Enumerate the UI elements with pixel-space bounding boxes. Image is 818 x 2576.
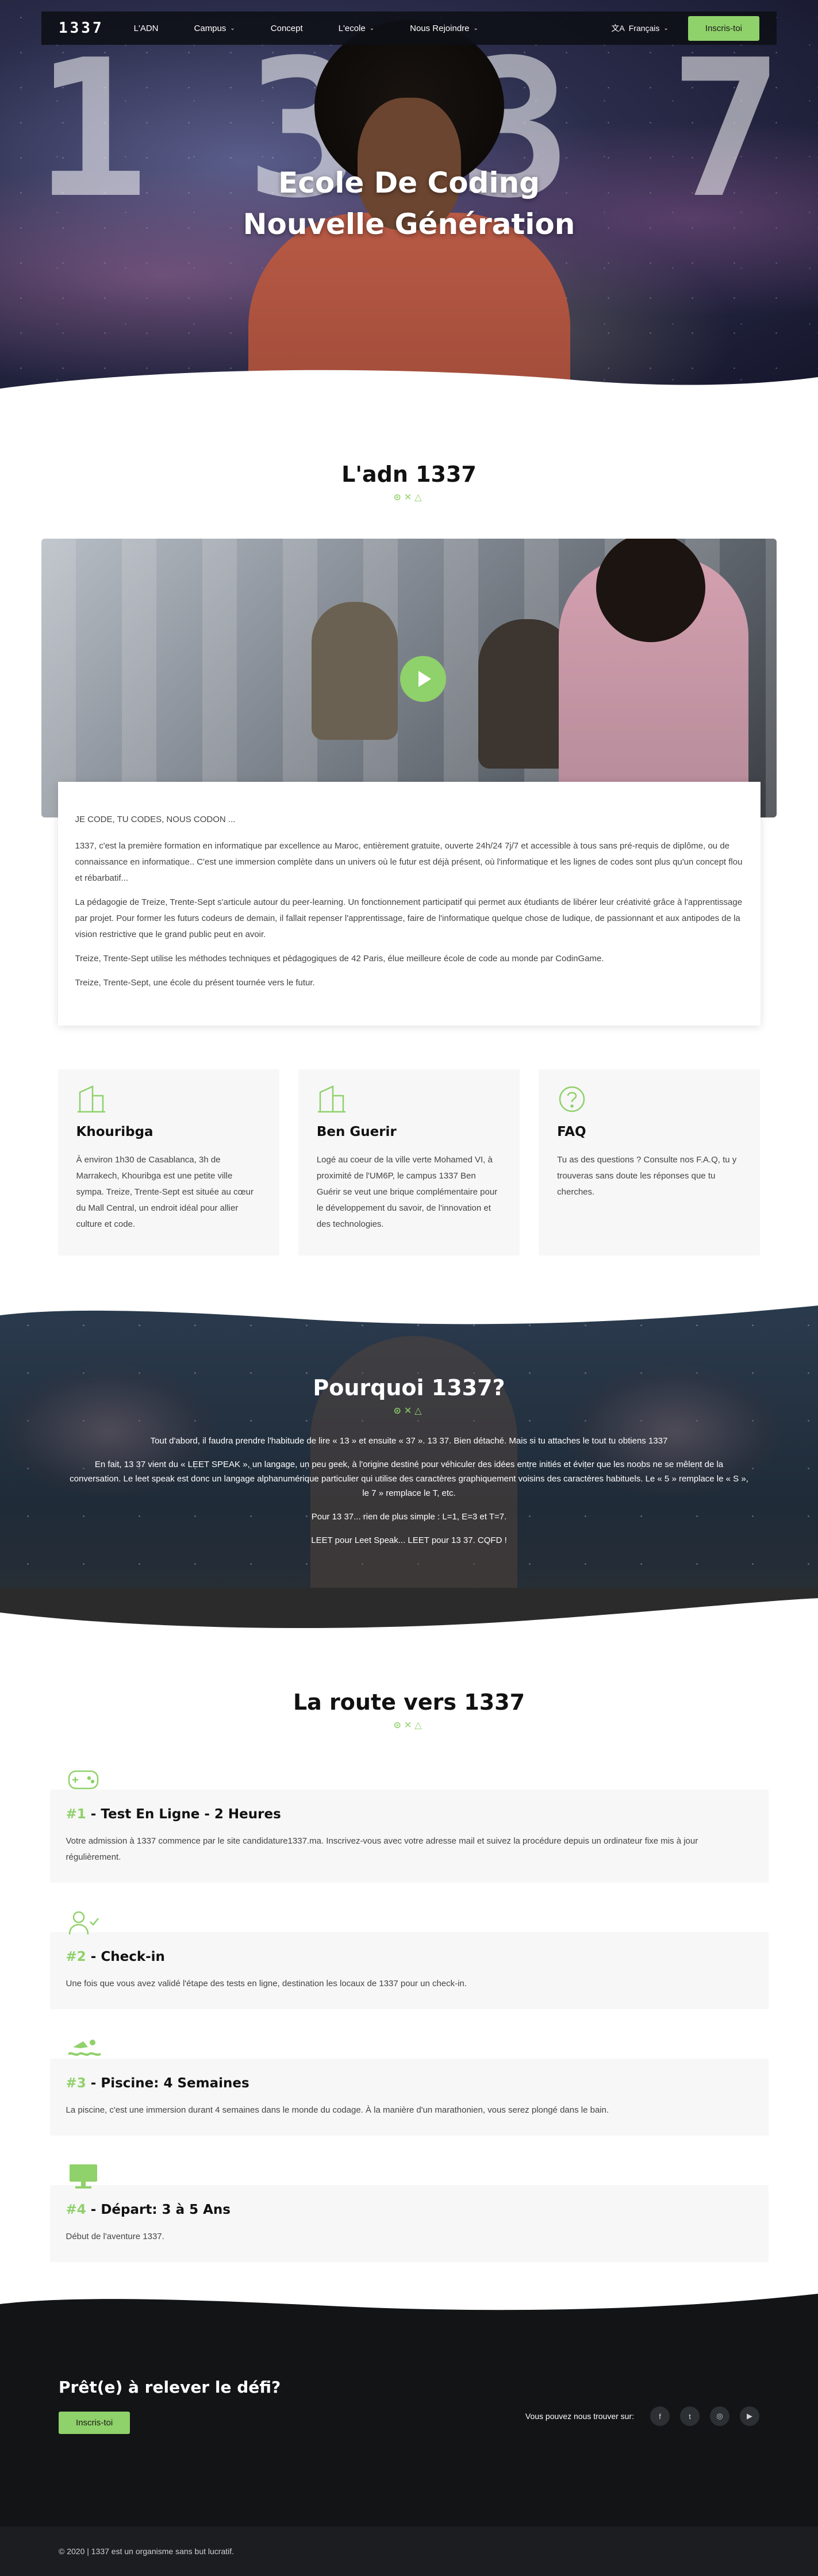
step-text: Une fois que vous avez validé l'étape de… bbox=[66, 1979, 467, 1988]
footer-cta: Prêt(e) à relever le défi? Inscris-toi bbox=[59, 2378, 281, 2434]
card-title: FAQ bbox=[557, 1124, 586, 1139]
wave-divider bbox=[0, 2288, 818, 2310]
youtube-icon[interactable]: ▶ bbox=[740, 2406, 759, 2426]
section-shapes-icon: ⊙✕△ bbox=[393, 493, 425, 502]
step-title: #4 - Départ: 3 à 5 Ans bbox=[66, 2202, 231, 2217]
chevron-down-icon: ⌄ bbox=[663, 25, 669, 32]
nav-right: 文A Français ⌄ Inscris-toi bbox=[611, 16, 759, 41]
card-text: À environ 1h30 de Casablanca, 3h de Marr… bbox=[76, 1155, 254, 1229]
twitter-icon[interactable]: t bbox=[680, 2406, 700, 2426]
step-3: #3 - Piscine: 4 Semaines La piscine, c'e… bbox=[49, 2036, 769, 2136]
step-title: #3 - Piscine: 4 Semaines bbox=[66, 2076, 249, 2091]
step-text: Début de l'aventure 1337. bbox=[66, 2232, 164, 2241]
pourquoi-paragraph: Tout d'abord, il faudra prendre l'habitu… bbox=[150, 1436, 668, 1446]
step-1: #1 - Test En Ligne - 2 Heures Votre admi… bbox=[49, 1767, 769, 1883]
step-4: #4 - Départ: 3 à 5 Ans Début de l'aventu… bbox=[49, 2162, 769, 2262]
instagram-icon[interactable]: ◎ bbox=[710, 2406, 729, 2426]
video-player[interactable] bbox=[41, 539, 777, 817]
nav-item-concept[interactable]: Concept bbox=[271, 24, 303, 33]
adn-lead: JE CODE, TU CODES, NOUS CODON ... bbox=[75, 815, 236, 824]
adn-section: L'adn 1337 ⊙✕△ JE CODE, TU CODES, NOUS C… bbox=[0, 405, 818, 1256]
card-text: Tu as des questions ? Consulte nos F.A.Q… bbox=[557, 1155, 737, 1197]
route-steps: #1 - Test En Ligne - 2 Heures Votre admi… bbox=[49, 1767, 769, 2262]
step-2: #2 - Check-in Une fois que vous avez val… bbox=[49, 1909, 769, 2009]
monitor-icon bbox=[50, 2162, 769, 2190]
adn-paragraph: La pédagogie de Treize, Trente-Sept s'ar… bbox=[75, 897, 743, 939]
card-text: Logé au coeur de la ville verte Mohamed … bbox=[316, 1155, 498, 1229]
step-box: #4 - Départ: 3 à 5 Ans Début de l'aventu… bbox=[49, 2185, 769, 2262]
adn-paragraph: Treize, Trente-Sept, une école du présen… bbox=[75, 978, 315, 988]
route-section: La route vers 1337 ⊙✕△ #1 - Test En Lign… bbox=[0, 1635, 818, 2262]
pourquoi-section: Pourquoi 1337? ⊙✕△ Tout d'abord, il faud… bbox=[0, 1302, 818, 1635]
wave-divider bbox=[0, 1598, 818, 1635]
pourquoi-paragraph: Pour 13 37... rien de plus simple : L=1,… bbox=[311, 1512, 507, 1522]
translate-icon: 文A bbox=[611, 24, 625, 33]
wave-divider bbox=[0, 370, 818, 405]
step-text: La piscine, c'est une immersion durant 4… bbox=[66, 2105, 609, 2115]
building-icon bbox=[76, 1084, 261, 1114]
adn-title: L'adn 1337 bbox=[341, 462, 477, 487]
step-box: #2 - Check-in Une fois que vous avez val… bbox=[49, 1932, 769, 2009]
footer-social: Vous pouvez nous trouver sur: f t ◎ ▶ bbox=[525, 2406, 759, 2426]
social-label: Vous pouvez nous trouver sur: bbox=[525, 2412, 634, 2421]
campus-cards: Khouribga À environ 1h30 de Casablanca, … bbox=[57, 1069, 761, 1256]
signup-button[interactable]: Inscris-toi bbox=[688, 16, 759, 41]
step-title: #1 - Test En Ligne - 2 Heures bbox=[66, 1807, 281, 1822]
nav-item-campus[interactable]: Campus ⌄ bbox=[194, 24, 235, 33]
top-navbar: 1337 L'ADN Campus ⌄ Concept L'ecole ⌄ Nous… bbox=[41, 11, 777, 45]
nav-item-ecole[interactable]: L'ecole ⌄ bbox=[339, 24, 374, 33]
building-icon bbox=[317, 1084, 501, 1114]
footer-cta-title: Prêt(e) à relever le défi? bbox=[59, 2378, 281, 2397]
step-title: #2 - Check-in bbox=[66, 1949, 165, 1964]
adn-paragraph: Treize, Trente-Sept utilise les méthodes… bbox=[75, 954, 604, 963]
facebook-icon[interactable]: f bbox=[650, 2406, 670, 2426]
user-check-icon bbox=[50, 1909, 769, 1937]
nav-item-nous-rejoindre[interactable]: Nous Rejoindre ⌄ bbox=[410, 24, 478, 33]
chevron-down-icon: ⌄ bbox=[230, 25, 235, 32]
card-faq[interactable]: FAQ Tu as des questions ? Consulte nos F… bbox=[539, 1069, 761, 1256]
hero-title: Ecole De Coding Nouvelle Génération bbox=[243, 166, 575, 241]
wave-divider bbox=[0, 1302, 818, 1325]
logo-1337[interactable]: 1337 bbox=[59, 20, 104, 37]
pourquoi-title: Pourquoi 1337? bbox=[313, 1375, 505, 1400]
video-person bbox=[312, 602, 398, 740]
section-shapes-icon: ⊙✕△ bbox=[393, 1721, 425, 1730]
pourquoi-paragraph: LEET pour Leet Speak... LEET pour 13 37.… bbox=[311, 1535, 507, 1545]
copyright-bar: © 2020 | 1337 est un organisme sans but … bbox=[0, 2527, 818, 2576]
route-title: La route vers 1337 bbox=[293, 1690, 525, 1715]
gamepad-icon bbox=[50, 1767, 769, 1794]
pourquoi-text: Tout d'abord, il faudra prendre l'habitu… bbox=[0, 1434, 818, 1548]
adn-paragraph: 1337, c'est la première formation en inf… bbox=[75, 841, 743, 883]
nav-item-adn[interactable]: L'ADN bbox=[134, 24, 159, 33]
hero-section: 1 3 3 7 Ecole De Coding Nouvelle Générat… bbox=[0, 0, 818, 405]
card-title: Khouribga bbox=[76, 1124, 153, 1139]
step-text: Votre admission à 1337 commence par le s… bbox=[66, 1836, 698, 1862]
swimmer-icon bbox=[50, 2036, 769, 2063]
card-ben-guerir[interactable]: Ben Guerir Logé au coeur de la ville ver… bbox=[298, 1069, 520, 1256]
section-shapes-icon: ⊙✕△ bbox=[393, 1406, 425, 1416]
footer-signup-button[interactable]: Inscris-toi bbox=[59, 2412, 130, 2434]
card-khouribga[interactable]: Khouribga À environ 1h30 de Casablanca, … bbox=[57, 1069, 279, 1256]
chevron-down-icon: ⌄ bbox=[369, 25, 375, 32]
step-box: #1 - Test En Ligne - 2 Heures Votre admi… bbox=[49, 1790, 769, 1883]
pourquoi-content: Pourquoi 1337? ⊙✕△ Tout d'abord, il faud… bbox=[0, 1375, 818, 1557]
chevron-down-icon: ⌄ bbox=[473, 25, 478, 32]
footer: Prêt(e) à relever le défi? Inscris-toi V… bbox=[0, 2288, 818, 2576]
play-icon[interactable] bbox=[400, 656, 446, 702]
step-box: #3 - Piscine: 4 Semaines La piscine, c'e… bbox=[49, 2059, 769, 2136]
copyright-text: © 2020 | 1337 est un organisme sans but … bbox=[59, 2547, 235, 2556]
pourquoi-paragraph: En fait, 13 37 vient du « LEET SPEAK », … bbox=[70, 1460, 748, 1498]
language-selector[interactable]: 文A Français ⌄ bbox=[611, 22, 668, 34]
card-title: Ben Guerir bbox=[316, 1124, 397, 1139]
adn-text-card: JE CODE, TU CODES, NOUS CODON ... 1337, … bbox=[57, 782, 761, 1026]
question-circle-icon bbox=[557, 1084, 742, 1114]
